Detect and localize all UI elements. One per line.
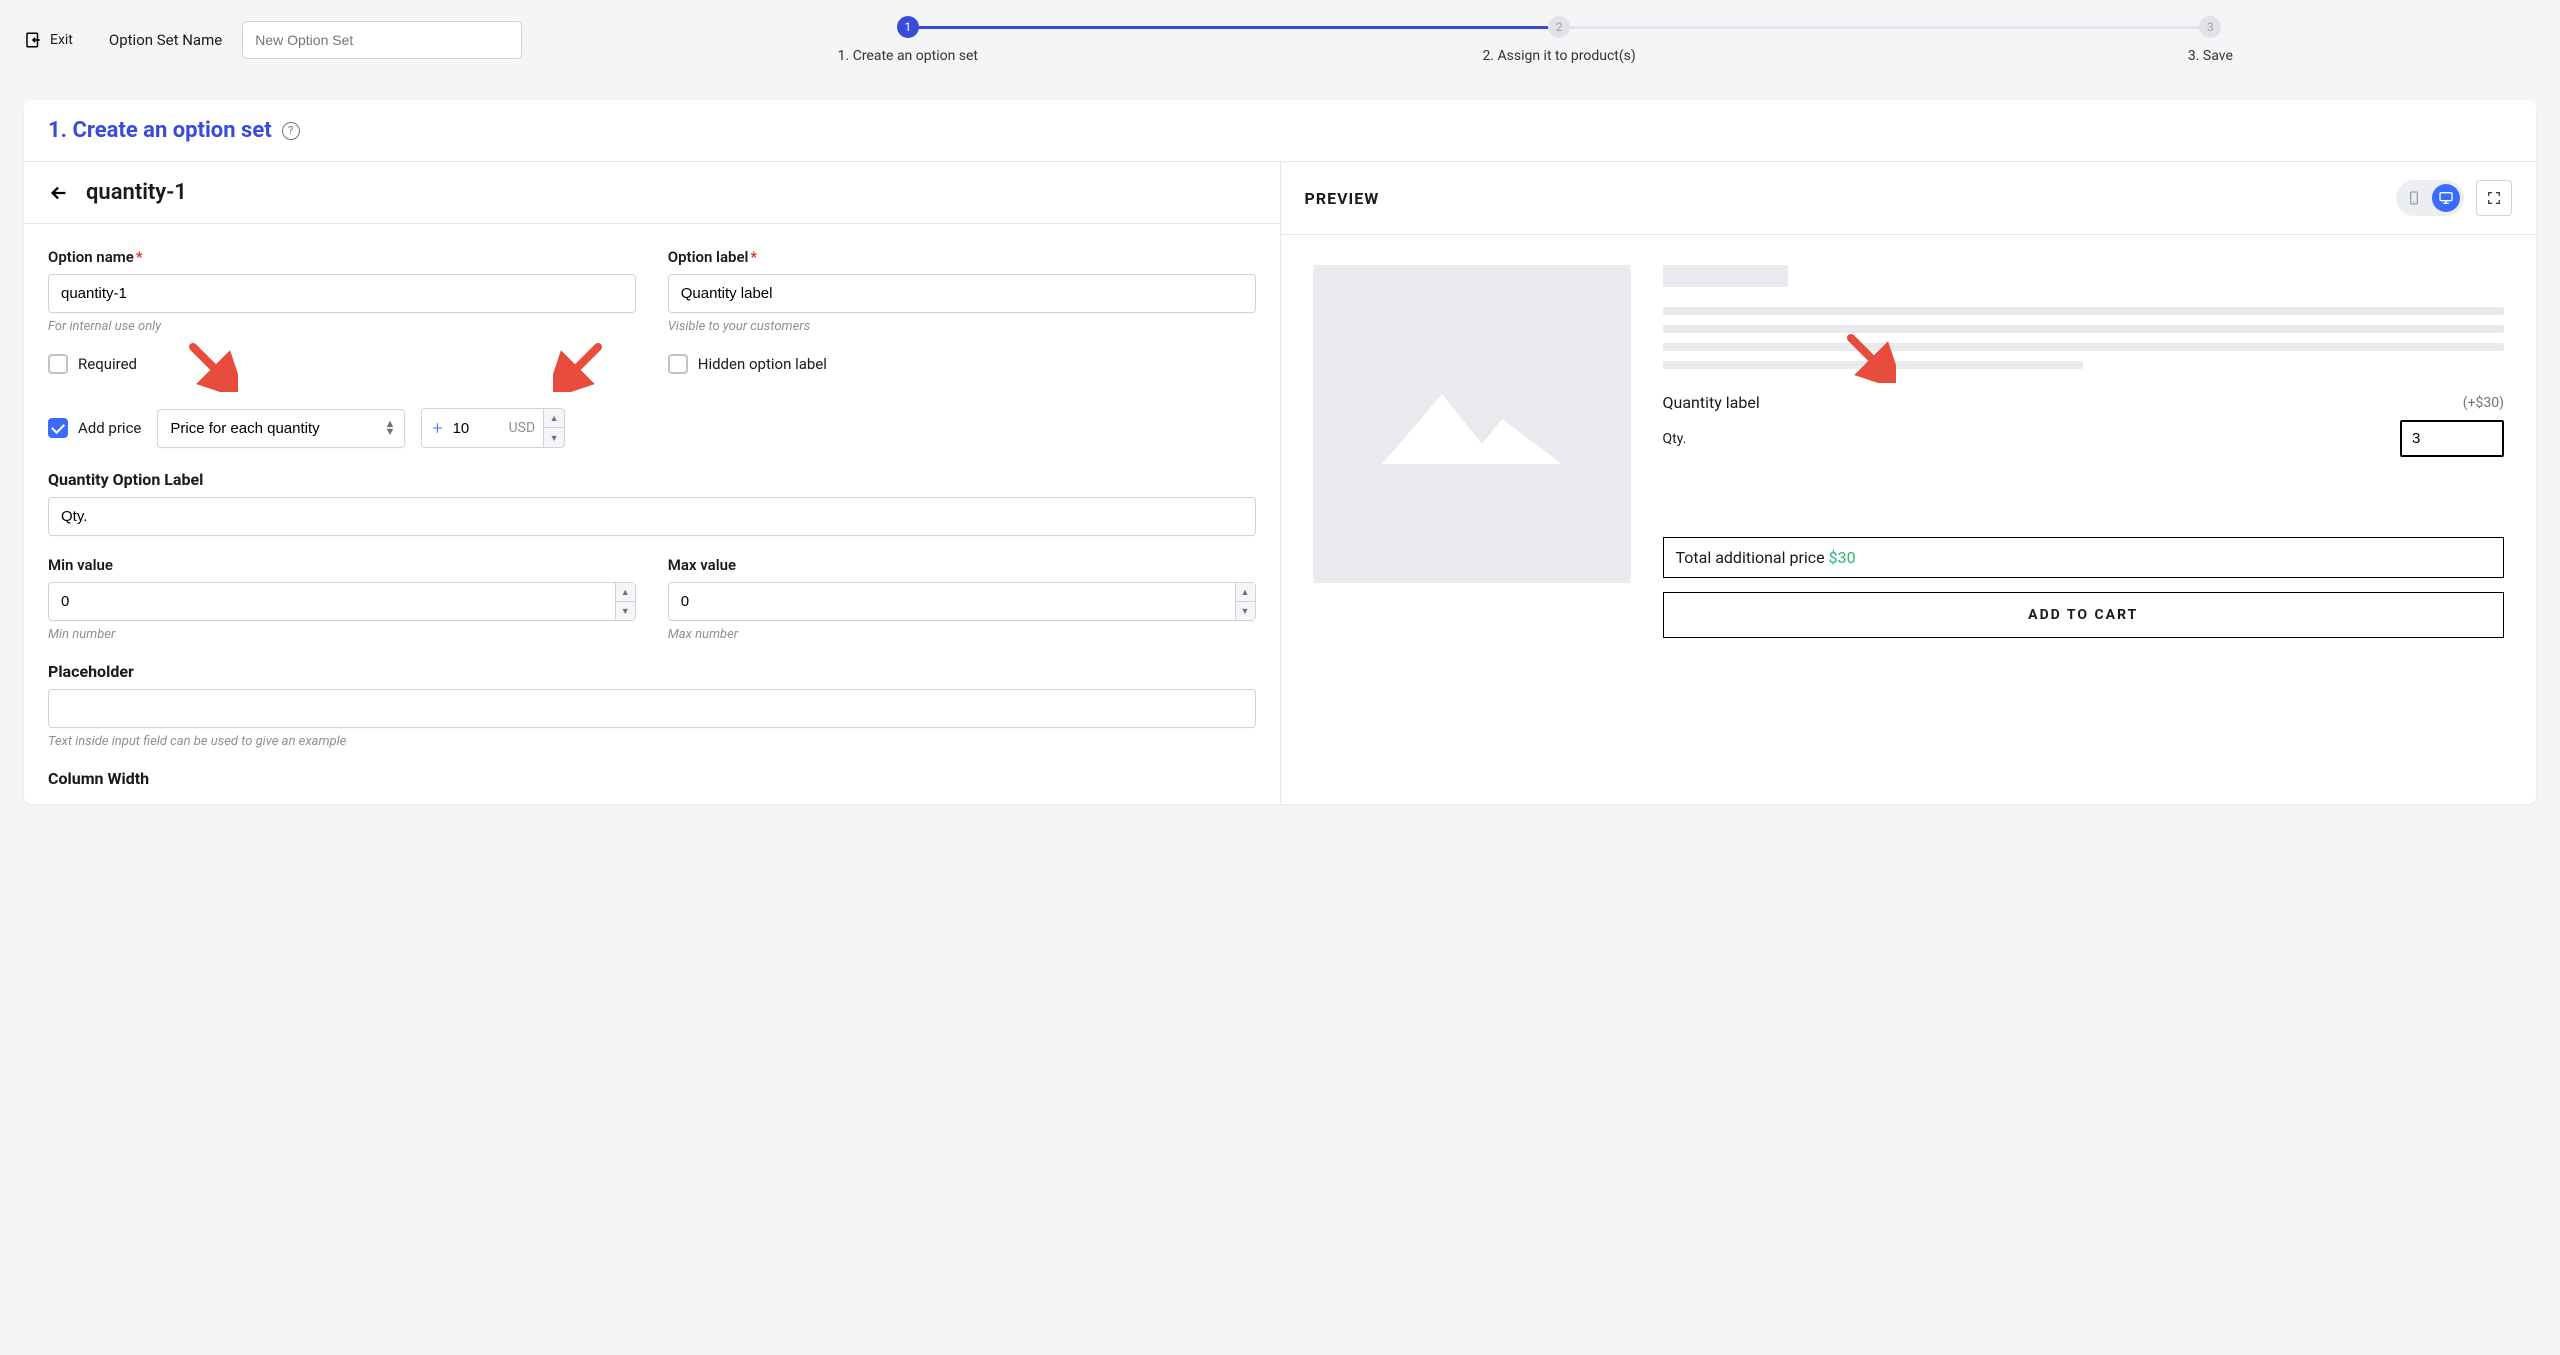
price-value-input[interactable] xyxy=(453,412,501,445)
top-bar: Exit Option Set Name 1 1. Create an opti… xyxy=(0,0,2560,80)
wizard-steps: 1 1. Create an option set 2 2. Assign it… xyxy=(582,16,2536,64)
skeleton-title xyxy=(1663,265,1788,287)
skeleton-line xyxy=(1663,325,2505,333)
skeleton-line xyxy=(1663,343,2505,351)
option-name-help: For internal use only xyxy=(48,319,636,334)
price-type-select[interactable] xyxy=(157,409,405,448)
add-to-cart-button[interactable]: ADD TO CART xyxy=(1663,592,2505,638)
hidden-checkbox[interactable] xyxy=(668,354,688,374)
exit-button[interactable]: Exit xyxy=(24,31,73,49)
option-label-input[interactable] xyxy=(668,274,1256,313)
step-label-1: 1. Create an option set xyxy=(838,48,978,64)
device-toggle xyxy=(2396,180,2464,216)
plus-icon: + xyxy=(422,418,452,439)
min-value-label: Min value xyxy=(48,556,636,574)
required-checkbox[interactable] xyxy=(48,354,68,374)
currency-label: USD xyxy=(501,420,544,436)
max-value-label: Max value xyxy=(668,556,1256,574)
total-amount: $30 xyxy=(1829,548,1856,567)
preview-title: PREVIEW xyxy=(1305,189,1380,208)
card-title: 1. Create an option set xyxy=(48,118,272,143)
option-label-help: Visible to your customers xyxy=(668,319,1256,334)
required-label: Required xyxy=(78,355,137,373)
qty-option-label-heading: Quantity Option Label xyxy=(48,470,1256,489)
step-label-2: 2. Assign it to product(s) xyxy=(1482,48,1635,64)
total-additional-price: Total additional price $30 xyxy=(1663,537,2505,578)
skeleton-line xyxy=(1663,307,2505,315)
step-dot-2: 2 xyxy=(1548,16,1570,38)
option-label-label: Option label* xyxy=(668,248,1256,266)
add-price-label: Add price xyxy=(78,419,141,437)
sub-header: quantity-1 xyxy=(24,162,1280,224)
placeholder-input[interactable] xyxy=(48,689,1256,728)
preview-quantity-label: Quantity label xyxy=(1663,393,1760,412)
min-step-down[interactable]: ▼ xyxy=(616,602,635,620)
preview-qty-short-label: Qty. xyxy=(1663,431,1687,447)
fullscreen-button[interactable] xyxy=(2476,180,2512,216)
step-dot-1: 1 xyxy=(897,16,919,38)
skeleton-line xyxy=(1663,361,2084,369)
placeholder-help: Text inside input field can be used to g… xyxy=(48,734,1256,749)
column-width-label: Column Width xyxy=(48,769,1256,788)
desktop-view-button[interactable] xyxy=(2432,184,2460,212)
price-step-down[interactable]: ▼ xyxy=(544,428,564,448)
min-value-input[interactable] xyxy=(48,582,636,621)
main-card: 1. Create an option set ? quantity-1 Opt… xyxy=(24,100,2536,804)
step-2[interactable]: 2 2. Assign it to product(s) xyxy=(1233,16,1884,64)
exit-label: Exit xyxy=(50,32,73,48)
qty-option-label-input[interactable] xyxy=(48,497,1256,536)
option-set-name-input[interactable] xyxy=(242,21,522,59)
add-price-checkbox[interactable] xyxy=(48,418,68,438)
option-name-input[interactable] xyxy=(48,274,636,313)
preview-image-placeholder xyxy=(1313,265,1631,583)
left-pane: quantity-1 Option name* For internal use… xyxy=(24,162,1281,804)
max-help: Max number xyxy=(668,627,1256,642)
hidden-label: Hidden option label xyxy=(698,355,827,373)
right-pane: PREVIEW xyxy=(1281,162,2537,804)
annotation-arrow xyxy=(1846,333,1896,383)
placeholder-label: Placeholder xyxy=(48,662,1256,681)
min-help: Min number xyxy=(48,627,636,642)
max-step-down[interactable]: ▼ xyxy=(1236,602,1255,620)
exit-icon xyxy=(24,31,42,49)
card-header: 1. Create an option set ? xyxy=(24,100,2536,162)
max-step-up[interactable]: ▲ xyxy=(1236,583,1255,602)
min-step-up[interactable]: ▲ xyxy=(616,583,635,602)
step-1[interactable]: 1 1. Create an option set xyxy=(582,16,1233,64)
option-title: quantity-1 xyxy=(86,180,187,205)
option-set-name-label: Option Set Name xyxy=(109,31,222,49)
max-value-input[interactable] xyxy=(668,582,1256,621)
step-label-3: 3. Save xyxy=(2188,48,2233,64)
step-dot-3: 3 xyxy=(2199,16,2221,38)
preview-qty-input[interactable] xyxy=(2400,420,2504,457)
option-name-label: Option name* xyxy=(48,248,636,266)
step-3[interactable]: 3 3. Save xyxy=(1885,16,2536,64)
price-input[interactable]: + USD ▲ ▼ xyxy=(421,408,565,448)
back-arrow-icon[interactable] xyxy=(48,182,70,204)
preview-price-addon: (+$30) xyxy=(2463,395,2504,411)
mobile-view-button[interactable] xyxy=(2400,184,2428,212)
help-icon[interactable]: ? xyxy=(282,122,300,140)
price-step-up[interactable]: ▲ xyxy=(544,408,564,428)
